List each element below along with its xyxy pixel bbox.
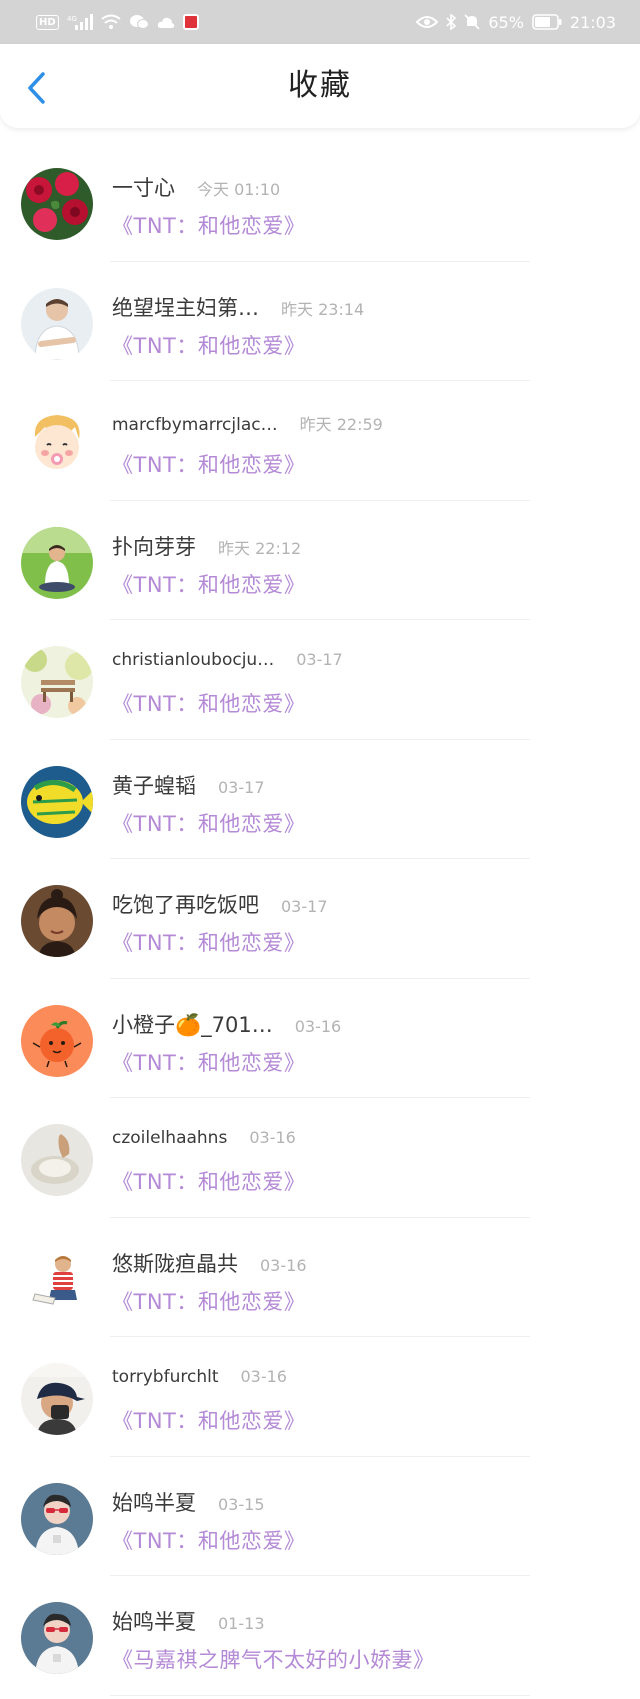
item-header: 吃饱了再吃饭吧 03-17 (112, 889, 328, 919)
avatar[interactable] (21, 765, 93, 838)
timestamp: 03-15 (218, 1494, 265, 1514)
timestamp: 昨天 22:59 (299, 415, 383, 434)
avatar[interactable] (21, 1363, 93, 1435)
list-item[interactable]: 始鸣半夏 01-13 《马嘉祺之脾气不太好的小娇妻》 (0, 1576, 640, 1696)
work-title-link[interactable]: 《TNT：和他恋爱》 (112, 1525, 305, 1555)
item-header: 黄子蝗韬 03-17 (112, 770, 265, 800)
hd-icon: HD (36, 14, 59, 30)
timestamp: 03-17 (281, 897, 328, 916)
avatar[interactable] (21, 1004, 93, 1077)
avatar[interactable] (21, 1482, 93, 1555)
clock: 21:03 (569, 12, 616, 32)
list-item[interactable]: torrybfurchlt 03-16 《TNT：和他恋爱》 (0, 1337, 640, 1457)
timestamp: 今天 01:10 (197, 180, 281, 199)
favorites-list: 一寸心 今天 01:10 《TNT：和他恋爱》 绝望埕主妇第… 昨天 23:14 《TNT… (0, 142, 640, 1696)
work-title-link[interactable]: 《马嘉祺之脾气不太好的小娇妻》 (112, 1644, 435, 1674)
item-header: czoilelhaahns 03-16 (112, 1128, 296, 1148)
signal-icon: 4G (67, 14, 93, 30)
bluetooth-icon (446, 14, 457, 30)
item-header: 始鸣半夏 01-13 (112, 1606, 265, 1636)
wifi-icon (101, 14, 121, 30)
user-name[interactable]: christianloubocju… (112, 650, 274, 670)
list-item[interactable]: 吃饱了再吃饭吧 03-17 《TNT：和他恋爱》 (0, 859, 640, 979)
app-notification-icon (182, 14, 199, 30)
avatar[interactable] (21, 407, 93, 479)
timestamp: 03-16 (260, 1255, 307, 1275)
work-title-link[interactable]: 《TNT：和他恋爱》 (112, 330, 305, 360)
user-name[interactable]: marcfbymarrcjlac… (112, 415, 278, 435)
user-name[interactable]: 吃饱了再吃饭吧 (112, 889, 259, 919)
item-header: 绝望埕主妇第… 昨天 23:14 (112, 292, 364, 322)
work-title-link[interactable]: 《TNT：和他恋爱》 (112, 569, 305, 599)
item-header: torrybfurchlt 03-16 (112, 1367, 287, 1387)
item-header: marcfbymarrcjlac… 昨天 22:59 (112, 411, 383, 435)
item-header: 悠斯陇疸晶共 03-16 (112, 1248, 307, 1278)
eye-icon (416, 15, 439, 29)
list-item[interactable]: marcfbymarrcjlac… 昨天 22:59 《TNT：和他恋爱》 (0, 381, 640, 501)
user-name[interactable]: 扑向芽芽 (112, 531, 196, 561)
user-name[interactable]: 一寸心 (112, 172, 175, 202)
list-item[interactable]: 始鸣半夏 03-15 《TNT：和他恋爱》 (0, 1457, 640, 1576)
list-item[interactable]: 黄子蝗韬 03-17 《TNT：和他恋爱》 (0, 740, 640, 859)
mute-bell-icon (464, 14, 480, 30)
list-item[interactable]: 扑向芽芽 昨天 22:12 《TNT：和他恋爱》 (0, 501, 640, 620)
item-header: christianloubocju… 03-17 (112, 650, 343, 670)
work-title-link[interactable]: 《TNT：和他恋爱》 (112, 210, 305, 240)
list-item[interactable]: 小橙子🍊_701… 03-16 《TNT：和他恋爱》 (0, 979, 640, 1098)
user-name[interactable]: 始鸣半夏 (112, 1606, 196, 1636)
item-header: 扑向芽芽 昨天 22:12 (112, 531, 301, 561)
list-item[interactable]: czoilelhaahns 03-16 《TNT：和他恋爱》 (0, 1098, 640, 1218)
nav-header: 收藏 (0, 44, 640, 128)
timestamp: 03-17 (296, 650, 343, 669)
work-title-link[interactable]: 《TNT：和他恋爱》 (112, 927, 305, 957)
timestamp: 03-17 (218, 777, 265, 797)
avatar[interactable] (21, 1124, 93, 1196)
user-name[interactable]: torrybfurchlt (112, 1367, 218, 1387)
timestamp: 01-13 (218, 1614, 265, 1633)
status-right: 65% 21:03 (416, 13, 616, 32)
divider (110, 1694, 530, 1696)
wechat-icon (129, 14, 149, 30)
list-item[interactable]: 悠斯陇疸晶共 03-16 《TNT：和他恋爱》 (0, 1218, 640, 1337)
page-title: 收藏 (288, 68, 352, 103)
work-title-link[interactable]: 《TNT：和他恋爱》 (112, 1286, 305, 1316)
work-title-link[interactable]: 《TNT：和他恋爱》 (112, 1166, 305, 1196)
svg-text:4G: 4G (67, 15, 77, 23)
list-item[interactable]: christianloubocju… 03-17 《TNT：和他恋爱》 (0, 620, 640, 740)
work-title-link[interactable]: 《TNT：和他恋爱》 (112, 1405, 305, 1435)
status-left: HD 4G (36, 14, 199, 30)
avatar[interactable] (21, 1243, 93, 1316)
work-title-link[interactable]: 《TNT：和他恋爱》 (112, 808, 305, 838)
work-title-link[interactable]: 《TNT：和他恋爱》 (112, 449, 305, 479)
item-header: 始鸣半夏 03-15 (112, 1487, 265, 1517)
cloud-icon (157, 15, 175, 29)
battery-percent: 65% (488, 12, 524, 32)
avatar[interactable] (21, 526, 93, 599)
avatar[interactable] (21, 885, 93, 957)
work-title-link[interactable]: 《TNT：和他恋爱》 (112, 688, 305, 718)
user-name[interactable]: 悠斯陇疸晶共 (112, 1248, 238, 1278)
avatar[interactable] (21, 646, 93, 718)
timestamp: 昨天 23:14 (281, 299, 365, 319)
avatar[interactable] (21, 287, 93, 360)
avatar[interactable] (21, 168, 93, 240)
user-name[interactable]: 小橙子🍊_701… (112, 1009, 273, 1039)
timestamp: 03-16 (249, 1128, 296, 1147)
timestamp: 昨天 22:12 (218, 538, 302, 558)
user-name[interactable]: czoilelhaahns (112, 1128, 227, 1148)
list-item[interactable]: 一寸心 今天 01:10 《TNT：和他恋爱》 (0, 142, 640, 262)
work-title-link[interactable]: 《TNT：和他恋爱》 (112, 1047, 305, 1077)
status-bar: HD 4G 65% 21:03 (0, 0, 640, 44)
user-name[interactable]: 始鸣半夏 (112, 1487, 196, 1517)
battery-icon (532, 14, 562, 30)
user-name[interactable]: 绝望埕主妇第… (112, 292, 259, 322)
item-header: 一寸心 今天 01:10 (112, 172, 280, 202)
timestamp: 03-16 (240, 1367, 287, 1386)
list-item[interactable]: 绝望埕主妇第… 昨天 23:14 《TNT：和他恋爱》 (0, 262, 640, 381)
user-name[interactable]: 黄子蝗韬 (112, 770, 196, 800)
item-header: 小橙子🍊_701… 03-16 (112, 1009, 341, 1039)
avatar[interactable] (21, 1602, 93, 1674)
timestamp: 03-16 (294, 1016, 342, 1036)
